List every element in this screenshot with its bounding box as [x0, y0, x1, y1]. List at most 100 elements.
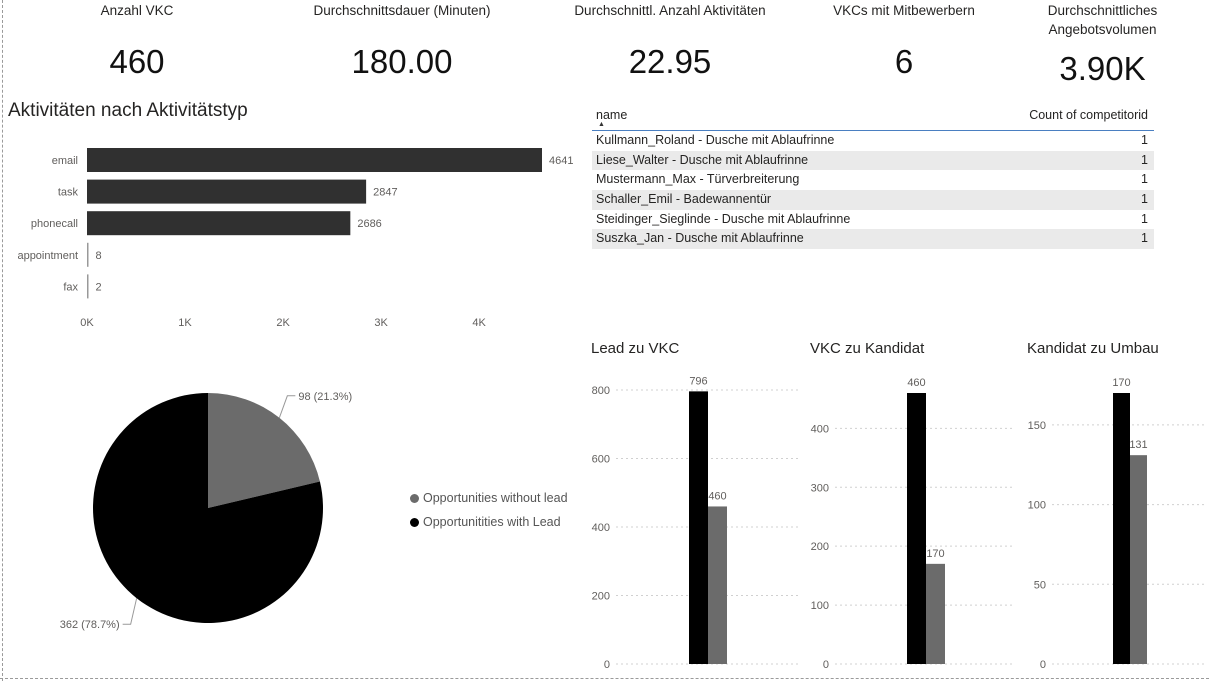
table-row[interactable]: Schaller_Emil - Badewannentür 1 [592, 190, 1154, 210]
kpi-value: 22.95 [628, 43, 712, 80]
cell-count: 1 [1141, 211, 1148, 226]
x-tick-label: 4K [472, 317, 486, 329]
kpi-value: 3.90K [1059, 50, 1146, 87]
data-label: 460 [708, 490, 726, 502]
kpi-card-anzahl-aktivitaeten[interactable]: Durchschnittl. Anzahl Aktivitäten 22.95 [555, 1, 785, 82]
x-tick-label: 2K [276, 317, 290, 329]
cell-count: 1 [1141, 231, 1148, 246]
cell-count: 1 [1141, 152, 1148, 167]
kpi-label: VKCs mit Mitbewerbern [833, 3, 975, 18]
table-row[interactable]: Steidinger_Sieglinde - Dusche mit Ablauf… [592, 210, 1154, 230]
cell-name: Liese_Walter - Dusche mit Ablaufrinne [596, 152, 809, 167]
kpi-card-anzahl-vkc[interactable]: Anzahl VKC 460 [57, 1, 217, 82]
kpi-card-angebotsvolumen[interactable]: Durchschnittliches Angebotsvolumen 3.90K [1030, 1, 1175, 89]
activity-type-bar-chart[interactable]: email 4641 task 2847 phonecall 2686 appointmen… [0, 130, 590, 340]
data-label: 460 [907, 377, 925, 389]
y-tick-label: 800 [592, 385, 610, 397]
data-label: 8 [96, 250, 102, 262]
leader-line [122, 598, 138, 625]
bar [1113, 393, 1130, 664]
kpi-card-durchschnittsdauer[interactable]: Durchschnittsdauer (Minuten) 180.00 [292, 1, 512, 82]
competitor-table[interactable]: name ▲ Count of competitorid Kullmann_Ro… [592, 102, 1154, 250]
cell-name: Suszka_Jan - Dusche mit Ablaufrinne [596, 231, 804, 246]
y-tick-label: 300 [811, 482, 829, 494]
cell-name: Kullmann_Roland - Dusche mit Ablaufrinne [596, 133, 835, 147]
pie-legend: Opportunities without lead Opportunititi… [410, 488, 568, 536]
cell-name: Schaller_Emil - Badewannentür [596, 192, 772, 207]
kandidat-umbau-bar-chart[interactable]: 0 50 100 150 170 131 [1015, 362, 1209, 680]
cell-name: Steidinger_Sieglinde - Dusche mit Ablauf… [596, 211, 851, 226]
vkc-kandidat-chart-title: VKC zu Kandidat [810, 340, 925, 357]
table-row[interactable]: Kullmann_Roland - Dusche mit Ablaufrinne… [592, 131, 1154, 151]
bar [87, 148, 542, 172]
bar [87, 274, 89, 299]
x-tick-label: 1K [178, 317, 192, 329]
y-tick-label: 0 [604, 659, 610, 671]
bar [87, 211, 351, 236]
cell-count: 1 [1141, 172, 1148, 187]
table-row[interactable]: Mustermann_Max - Türverbreiterung 1 [592, 170, 1154, 190]
kpi-label: Durchschnittl. Anzahl Aktivitäten [574, 3, 766, 18]
bar [87, 242, 89, 267]
kpi-label: Anzahl VKC [100, 3, 174, 18]
y-tick-label: 50 [1034, 579, 1046, 591]
y-tick-label: 0 [823, 659, 829, 671]
category-label: phonecall [31, 218, 78, 230]
category-label: appointment [17, 250, 78, 262]
data-label: 170 [1112, 377, 1130, 389]
cell-name: Mustermann_Max - Türverbreiterung [596, 172, 800, 187]
pie-data-label: 98 (21.3%) [298, 391, 352, 403]
lead-vkc-chart-title: Lead zu VKC [591, 340, 680, 357]
activity-chart-title: Aktivitäten nach Aktivitätstyp [8, 100, 248, 121]
kpi-value: 6 [894, 43, 914, 80]
y-tick-label: 200 [811, 541, 829, 553]
column-header-name[interactable]: name [596, 108, 627, 122]
kpi-label: Durchschnittliches Angebotsvolumen [1047, 3, 1158, 37]
pie-data-label: 362 (78.7%) [60, 619, 120, 631]
category-label: fax [63, 281, 78, 293]
table-row[interactable]: Liese_Walter - Dusche mit Ablaufrinne 1 [592, 150, 1154, 171]
bar [907, 393, 926, 664]
table-row[interactable]: Suszka_Jan - Dusche mit Ablaufrinne 1 [592, 229, 1154, 250]
data-label: 4641 [549, 155, 573, 167]
cell-count: 1 [1141, 192, 1148, 207]
x-tick-label: 3K [374, 317, 388, 329]
y-tick-label: 100 [1028, 500, 1046, 512]
legend-label: Opportunitities with Lead [423, 515, 561, 529]
kpi-label: Durchschnittsdauer (Minuten) [313, 3, 491, 18]
leader-line [278, 395, 296, 418]
y-tick-label: 200 [592, 591, 610, 603]
legend-dot [410, 518, 419, 527]
data-label: 796 [689, 375, 707, 387]
bar [689, 391, 708, 664]
category-label: task [58, 187, 79, 199]
data-label: 170 [926, 548, 944, 560]
bar [926, 563, 945, 664]
table-body: Kullmann_Roland - Dusche mit Ablaufrinne… [592, 131, 1154, 250]
category-label: email [52, 155, 78, 167]
vkc-kandidat-bar-chart[interactable]: 0 100 200 300 400 460 170 [800, 362, 1018, 680]
bar [1130, 455, 1147, 664]
y-tick-label: 400 [592, 522, 610, 534]
kpi-value: 460 [109, 43, 165, 80]
y-tick-label: 100 [811, 600, 829, 612]
legend-label: Opportunities without lead [423, 491, 568, 505]
data-label: 131 [1129, 439, 1147, 451]
cell-count: 1 [1141, 133, 1148, 147]
column-header-count[interactable]: Count of competitorid [1029, 108, 1148, 122]
y-tick-label: 600 [592, 454, 610, 466]
kandidat-umbau-chart-title: Kandidat zu Umbau [1027, 340, 1159, 357]
x-tick-label: 0K [80, 317, 94, 329]
legend-item-with-lead[interactable]: Opportunitities with Lead [410, 512, 568, 536]
y-tick-label: 400 [811, 423, 829, 435]
data-label: 2847 [373, 187, 397, 199]
sort-ascending-icon[interactable]: ▲ [598, 121, 605, 128]
legend-item-without-lead[interactable]: Opportunities without lead [410, 488, 568, 512]
lead-pie-chart[interactable]: 98 (21.3%) 362 (78.7%) [0, 380, 410, 640]
bar [87, 179, 367, 204]
data-label: 2686 [357, 218, 381, 230]
legend-dot [410, 494, 419, 503]
kpi-value: 180.00 [351, 43, 453, 80]
lead-vkc-bar-chart[interactable]: 0 200 400 600 800 796 460 [580, 362, 802, 680]
kpi-card-vkcs-mitbewerbern[interactable]: VKCs mit Mitbewerbern 6 [814, 1, 994, 82]
